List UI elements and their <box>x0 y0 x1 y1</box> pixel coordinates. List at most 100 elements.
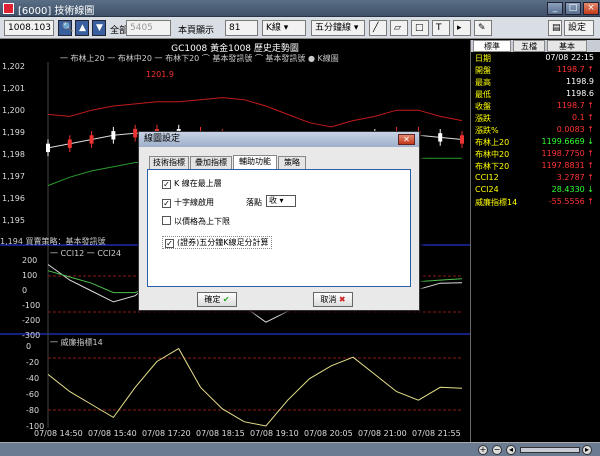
bollinger-upper-line <box>47 97 463 128</box>
option-price-limits[interactable]: 以價格為上下限 <box>162 216 230 227</box>
quote-value: 1198.7750 ↑ <box>541 149 594 158</box>
wr-tick-label: -20 <box>26 358 40 367</box>
quote-row: 日期 07/08 22:15 <box>471 52 600 64</box>
quote-value: 1199.6669 ↓ <box>541 137 594 146</box>
cancel-label: 取消 <box>320 295 337 304</box>
zoom-out-icon[interactable]: − <box>492 445 502 455</box>
candle-body <box>46 143 50 153</box>
draw-line-button[interactable]: ╱ <box>369 20 387 36</box>
tab-depth[interactable]: 五檔 <box>513 40 545 52</box>
text-tool-button[interactable]: T <box>432 20 450 36</box>
wr-tick-label: -60 <box>26 390 40 399</box>
candle-body <box>89 135 94 144</box>
quote-key: 最低 <box>475 90 491 99</box>
quote-row: 布林上20 1199.6669 ↓ <box>471 136 600 148</box>
quote-key: 最高 <box>475 78 491 87</box>
quote-panel: 標準 五檔 基本 日期 07/08 22:15 開盤 1198.7 ↑ 最高 1198.9… <box>470 40 600 442</box>
time-tick-label: 07/08 17:20 <box>142 429 191 438</box>
option-price-limits-label: 以價格為上下限 <box>174 217 230 226</box>
quote-key: 布林上20 <box>475 138 510 147</box>
checkbox-five-minute-calc[interactable]: ✓ <box>165 239 174 248</box>
price-tick-label: 1,197 <box>2 172 25 181</box>
quote-tabs: 標準 五檔 基本 <box>471 40 600 52</box>
cancel-button[interactable]: 取消 ✖ <box>313 292 353 307</box>
quote-row: CCI24 28.4330 ↓ <box>471 184 600 196</box>
williams-line <box>47 347 463 427</box>
rectangle-tool-button[interactable]: □ <box>411 20 429 36</box>
print-icon[interactable]: ▤ <box>548 20 562 36</box>
quote-value: 0.1 ↑ <box>572 113 594 122</box>
period-select[interactable]: 五分鐘線 ▾ <box>311 20 365 36</box>
up-arrow-button[interactable]: ▲ <box>75 20 89 36</box>
quote-value: 0.0083 ↑ <box>556 125 594 134</box>
dialog-title: 線圖設定 <box>144 134 181 144</box>
window-title: [6000] 技術線圖 <box>18 6 95 17</box>
time-tick-label: 07/08 14:50 <box>34 429 83 438</box>
quote-row: 威廉指標14 -55.5556 ↑ <box>471 196 600 208</box>
quote-row: 布林下20 1197.8831 ↑ <box>471 160 600 172</box>
ok-button[interactable]: 確定 ✔ <box>197 292 237 307</box>
quote-value: 1198.7 ↑ <box>556 101 594 110</box>
price-tick-label: 1,196 <box>2 194 25 203</box>
cci-tick-label: -100 <box>22 301 41 310</box>
dialog-close-button[interactable]: ✕ <box>398 134 415 145</box>
checkbox-crosshair[interactable]: ✓ <box>162 199 171 208</box>
quote-key: 布林下20 <box>475 162 510 171</box>
price-point-select[interactable]: 收 ▾ <box>266 195 296 207</box>
quote-value: 1198.9 <box>566 77 594 86</box>
down-arrow-button[interactable]: ▼ <box>92 20 106 36</box>
option-kline-top[interactable]: ✓ K 線在最上層 <box>162 178 222 189</box>
price-tick-label: 1,195 <box>2 216 25 225</box>
strategy-label: 1,194 買賣策略：基本發訊號 <box>0 237 106 246</box>
app-icon <box>3 3 14 14</box>
scroll-right-icon[interactable]: ▸ <box>582 445 592 455</box>
scroll-left-icon[interactable]: ◂ <box>506 445 516 455</box>
zoom-in-icon[interactable]: + <box>478 445 488 455</box>
cross-icon: ✖ <box>338 295 346 304</box>
checkbox-kline-top[interactable]: ✓ <box>162 180 171 189</box>
price-point-label: 落點 <box>246 198 262 207</box>
close-window-button[interactable]: × <box>583 2 599 15</box>
price-point-value: 收 <box>269 196 277 205</box>
option-five-minute-calc[interactable]: ✓ (證券)五分鐘K線足分計算 <box>162 236 272 249</box>
quote-value: 3.2787 ↑ <box>556 173 594 182</box>
cci-legend: 一 CCI12 一 CCI24 <box>50 249 122 258</box>
quote-row: 布林中20 1198.7750 ↑ <box>471 148 600 160</box>
quote-key: 開盤 <box>475 66 491 75</box>
quote-value: 1198.7 ↑ <box>556 65 594 74</box>
quote-list: 日期 07/08 22:15 開盤 1198.7 ↑ 最高 1198.9 最低 1198.6 收… <box>471 52 600 208</box>
quote-row: 最高 1198.9 <box>471 76 600 88</box>
quote-key: 漲跌% <box>475 126 499 135</box>
checkbox-price-limits[interactable] <box>162 216 171 225</box>
tab-auxiliary-functions[interactable]: 輔助功能 <box>233 155 277 169</box>
title-bar: [6000] 技術線圖 _ □ × <box>0 0 600 17</box>
settings-button[interactable]: 設定 <box>564 20 594 36</box>
quote-key: 收盤 <box>475 102 491 111</box>
search-button[interactable]: 🔍 <box>58 20 73 36</box>
price-tick-label: 1,200 <box>2 106 25 115</box>
quote-value: 07/08 22:15 <box>545 53 594 62</box>
marker-tool-button[interactable]: ▸ <box>453 20 471 36</box>
time-tick-label: 07/08 15:40 <box>88 429 137 438</box>
kline-select[interactable]: K線 ▾ <box>262 20 306 36</box>
show-count-input[interactable]: 81 <box>225 20 258 36</box>
tab-technical-indicators[interactable]: 技術指標 <box>149 156 189 169</box>
wr-tick-label: -80 <box>26 406 40 415</box>
minimize-button[interactable]: _ <box>547 2 563 15</box>
code-input[interactable]: 5405 <box>126 20 171 36</box>
tab-strategy[interactable]: 策略 <box>278 156 306 169</box>
symbol-select[interactable]: 1008.103 <box>4 20 54 36</box>
shape-tool-button[interactable]: ▱ <box>390 20 408 36</box>
price-tick-label: 1,202 <box>2 62 25 71</box>
delete-tool-button[interactable]: ✎ <box>474 20 492 36</box>
tab-overlay-indicators[interactable]: 疊加指標 <box>190 156 232 169</box>
horizontal-scrollbar[interactable] <box>520 447 580 453</box>
tab-standard[interactable]: 標準 <box>473 40 511 52</box>
candle-body <box>133 129 138 138</box>
maximize-button[interactable]: □ <box>565 2 581 15</box>
option-crosshair[interactable]: ✓ 十字線啟用 <box>162 197 214 208</box>
time-tick-label: 07/08 19:10 <box>250 429 299 438</box>
cci-tick-label: 0 <box>22 286 28 295</box>
status-bar: + − ◂ ▸ <box>0 442 600 456</box>
tab-basic[interactable]: 基本 <box>547 40 587 52</box>
